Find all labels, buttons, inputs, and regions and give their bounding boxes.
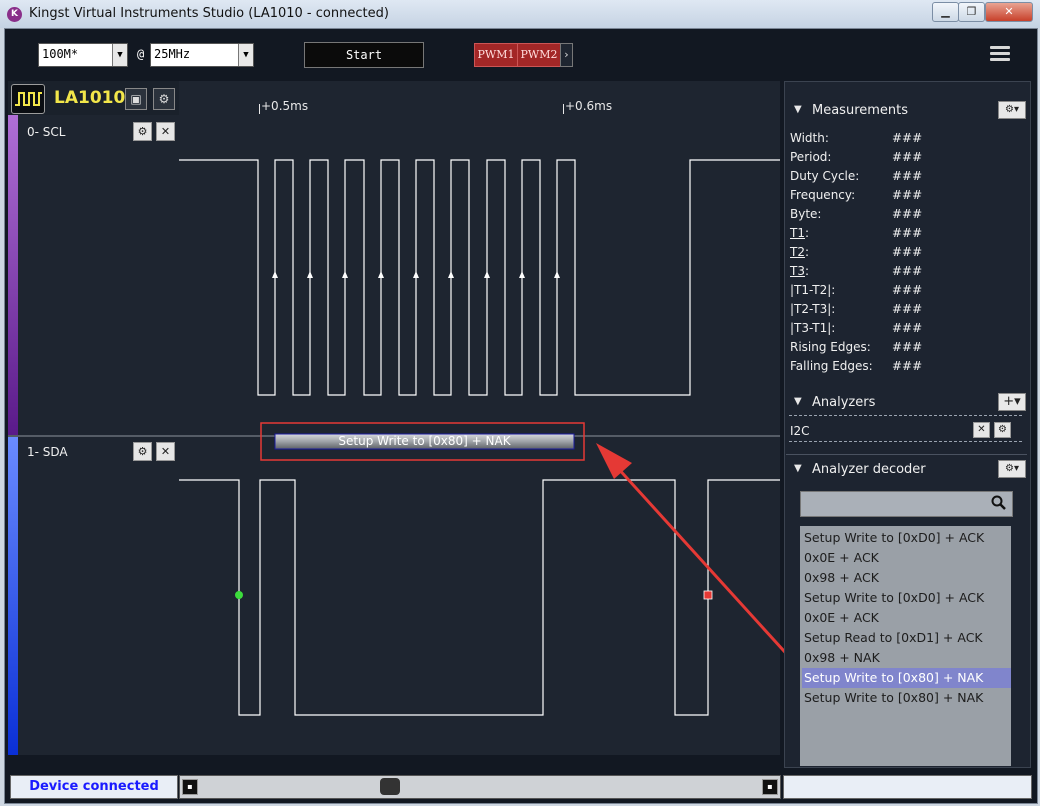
divider xyxy=(789,415,1022,416)
sda-waveform xyxy=(179,479,780,716)
add-analyzer-icon[interactable]: +▾ xyxy=(998,393,1026,411)
measurement-value: ### xyxy=(892,207,923,221)
decoder-list-item[interactable]: Setup Write to [0xD0] + ACK xyxy=(804,588,1009,608)
annotation-arrowhead xyxy=(596,443,632,479)
measurement-label: Byte: xyxy=(790,207,822,221)
decoder-list-item[interactable]: 0x98 + ACK xyxy=(804,568,1009,588)
measurement-label: |T2-T3|: xyxy=(790,302,836,316)
analyzers-title: Analyzers xyxy=(812,395,876,410)
collapse-triangle-icon[interactable]: ▼ xyxy=(794,463,802,474)
collapse-triangle-icon[interactable]: ▼ xyxy=(794,104,802,115)
measurement-value: ### xyxy=(892,264,923,278)
measurement-label: Duty Cycle: xyxy=(790,169,860,183)
annotation-text[interactable]: Setup Write to [0x80] + NAK xyxy=(275,434,574,449)
collapse-triangle-icon[interactable]: ▼ xyxy=(794,396,802,407)
decoder-search-input[interactable] xyxy=(800,491,1013,517)
divider xyxy=(786,454,1027,455)
device-status: Device connected xyxy=(10,775,178,799)
measurement-label: Period: xyxy=(790,150,832,164)
measurement-value: ### xyxy=(892,283,923,297)
start-marker xyxy=(235,591,243,599)
horizontal-scrollbar[interactable]: ▪ ▪ xyxy=(179,775,781,799)
scroll-thumb[interactable] xyxy=(380,778,400,795)
analyzer-close-icon[interactable]: ✕ xyxy=(973,422,990,438)
decoder-list-item[interactable]: 0x0E + ACK xyxy=(804,608,1009,628)
search-icon[interactable] xyxy=(991,495,1006,514)
measurement-value: ### xyxy=(892,226,923,240)
divider xyxy=(789,441,1022,442)
measurement-value: ### xyxy=(892,359,923,373)
decoder-list-item[interactable]: 0x98 + NAK xyxy=(804,648,1009,668)
decoder-list-item[interactable]: 0x0E + ACK xyxy=(804,548,1009,568)
measurement-value: ### xyxy=(892,340,923,354)
measurement-value: ### xyxy=(892,188,923,202)
decoder-title: Analyzer decoder xyxy=(812,462,926,477)
decoder-list-item[interactable]: Setup Write to [0x80] + NAK xyxy=(802,668,1011,688)
analyzer-item[interactable]: I2C xyxy=(790,424,810,438)
analyzer-settings-gear-icon[interactable]: ⚙ xyxy=(994,422,1011,438)
decoder-list-item[interactable]: Setup Write to [0xD0] + ACK xyxy=(804,528,1009,548)
decoder-gear-icon[interactable]: ⚙▾ xyxy=(998,460,1026,478)
measurement-label: Width: xyxy=(790,131,829,145)
scl-edge-markers xyxy=(272,271,560,278)
measurement-value: ### xyxy=(892,321,923,335)
status-panel-right xyxy=(783,775,1032,799)
scroll-left-icon[interactable]: ▪ xyxy=(182,779,198,795)
measurement-value: ### xyxy=(892,302,923,316)
decoder-list-item[interactable]: Setup Write to [0x80] + NAK xyxy=(804,688,1009,708)
measurement-label: T1: xyxy=(790,226,810,240)
measurement-label: T3: xyxy=(790,264,810,278)
measurement-value: ### xyxy=(892,131,923,145)
measurements-gear-icon[interactable]: ⚙▾ xyxy=(998,101,1026,119)
measurement-label: Rising Edges: xyxy=(790,340,871,354)
measurement-label: T2: xyxy=(790,245,810,259)
scl-waveform xyxy=(179,159,780,396)
measurement-label: |T3-T1|: xyxy=(790,321,836,335)
stop-marker xyxy=(703,590,713,600)
measurement-label: Frequency: xyxy=(790,188,856,202)
annotation-arrow xyxy=(604,453,805,674)
measurement-value: ### xyxy=(892,245,923,259)
scroll-right-icon[interactable]: ▪ xyxy=(762,779,778,795)
measurement-value: ### xyxy=(892,169,923,183)
decoder-list-item[interactable]: Setup Read to [0xD1] + ACK xyxy=(804,628,1009,648)
measurement-value: ### xyxy=(892,150,923,164)
measurement-label: Falling Edges: xyxy=(790,359,873,373)
decoder-list[interactable]: Setup Write to [0xD0] + ACK 0x0E + ACK 0x9… xyxy=(800,526,1011,766)
measurements-title: Measurements xyxy=(812,103,909,118)
measurement-label: |T1-T2|: xyxy=(790,283,836,297)
